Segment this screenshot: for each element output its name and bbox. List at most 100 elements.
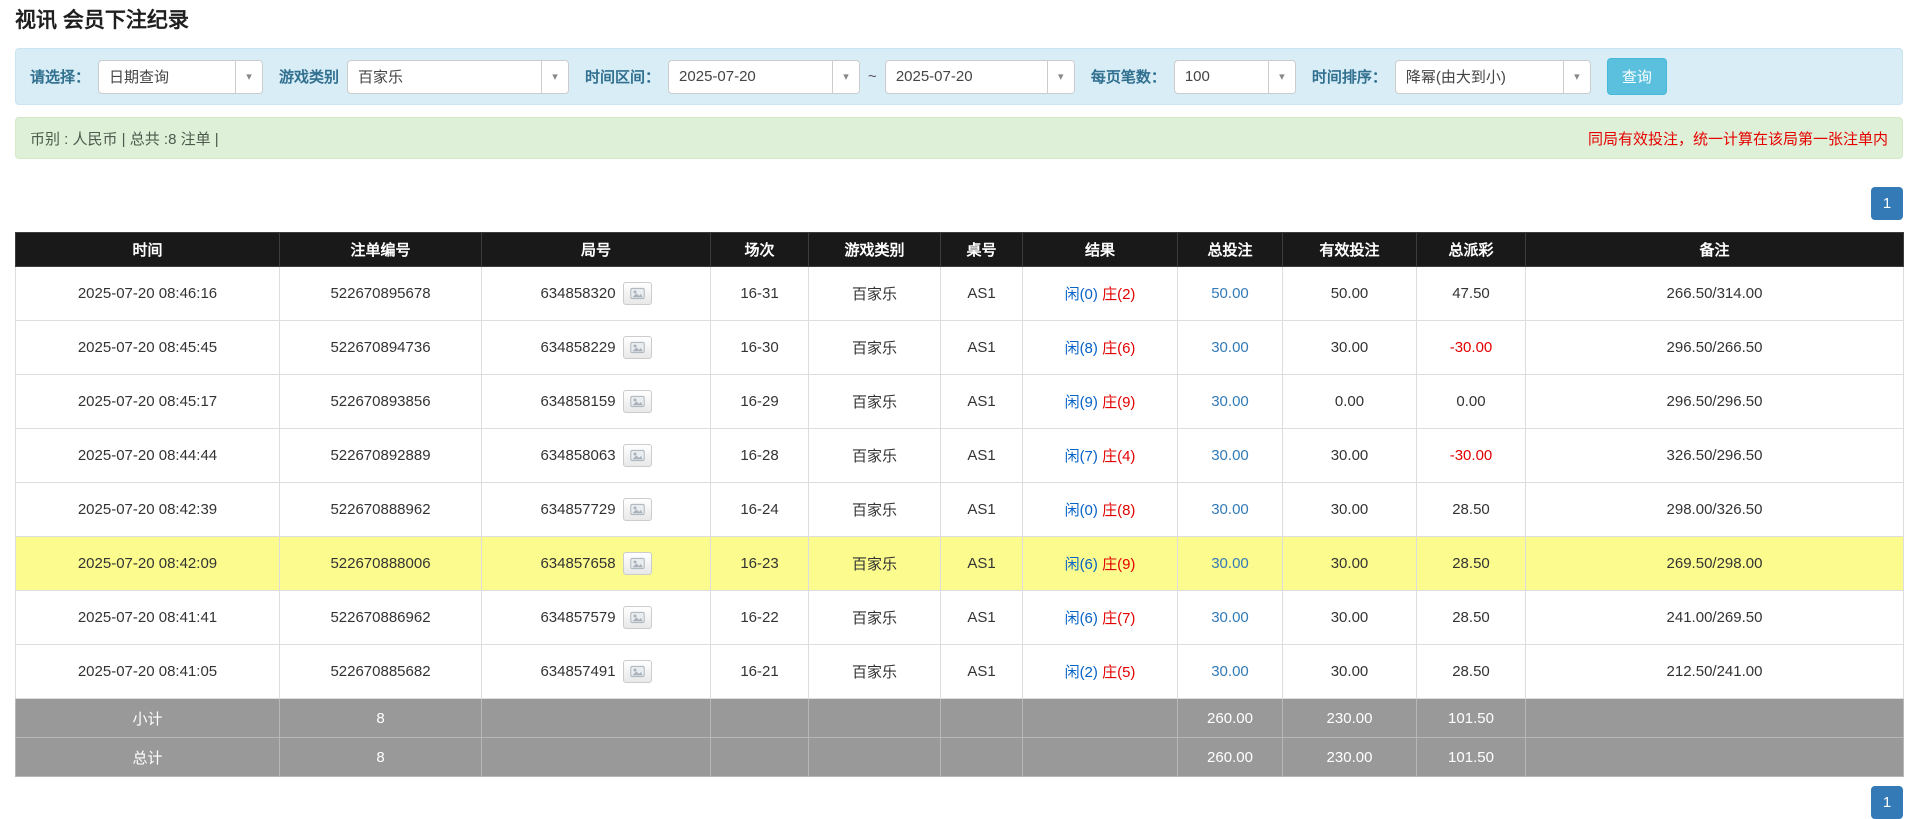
date-to-dropdown[interactable]: 2025-07-20 ▾ (884, 59, 1075, 94)
game-type: 百家乐 (808, 482, 941, 537)
total-count: 8 (279, 737, 482, 777)
subtotal-total-bet: 260.00 (1177, 698, 1283, 738)
table-no: AS1 (940, 482, 1023, 537)
replay-video-button[interactable] (622, 552, 652, 575)
table-row: 2025-07-20 08:41:05 522670885682 634857491… (15, 644, 1904, 699)
table-row: 2025-07-20 08:42:09 522670888006 634857658… (15, 536, 1904, 591)
time-range-label: 时间区间： (585, 69, 661, 86)
bet-time: 2025-07-20 08:42:39 (15, 482, 280, 537)
payout: -30.00 (1416, 428, 1526, 483)
round-id: 634858159 (540, 393, 616, 410)
result-cell: 闲(6) 庄(7) (1022, 590, 1178, 645)
round-cell: 634858063 (481, 428, 711, 483)
chevron-down-icon: ▾ (1562, 60, 1590, 93)
result-cell: 闲(0) 庄(2) (1022, 266, 1178, 321)
video-replay-icon (629, 341, 645, 354)
result-player: 闲(8) (1064, 340, 1098, 357)
round-id: 634858229 (540, 339, 616, 356)
subtotal-count: 8 (279, 698, 482, 738)
total-bet-cell: 30.00 (1177, 644, 1283, 699)
replay-video-button[interactable] (622, 660, 652, 683)
valid-bet: 30.00 (1282, 320, 1417, 375)
col-game-type: 游戏类别 (808, 232, 941, 267)
total-bet-link[interactable]: 30.00 (1211, 447, 1249, 464)
col-round: 局号 (481, 232, 711, 267)
result-cell: 闲(8) 庄(6) (1022, 320, 1178, 375)
payout: 28.50 (1416, 590, 1526, 645)
result-player: 闲(0) (1064, 286, 1098, 303)
valid-bet: 30.00 (1282, 428, 1417, 483)
total-bet-link[interactable]: 30.00 (1211, 393, 1249, 410)
table-row: 2025-07-20 08:42:39 522670888962 634857729… (15, 482, 1904, 537)
total-bet-link[interactable]: 30.00 (1211, 663, 1249, 680)
remark: 326.50/296.50 (1525, 428, 1904, 483)
empty-cell (808, 698, 941, 738)
total-bet-cell: 30.00 (1177, 320, 1283, 375)
round-id: 634858063 (540, 447, 616, 464)
total-bet-cell: 30.00 (1177, 536, 1283, 591)
total-bet-link[interactable]: 30.00 (1211, 501, 1249, 518)
round-cell: 634857579 (481, 590, 711, 645)
replay-video-button[interactable] (622, 606, 652, 629)
round-cell: 634857729 (481, 482, 711, 537)
sort-dropdown[interactable]: 降幂(由大到小) ▾ (1394, 59, 1591, 94)
table-no: AS1 (940, 374, 1023, 429)
replay-video-button[interactable] (622, 498, 652, 521)
total-bet-link[interactable]: 30.00 (1211, 555, 1249, 572)
total-bet-link[interactable]: 50.00 (1211, 285, 1249, 302)
date-from-value: 2025-07-20 (679, 68, 756, 85)
page-size-value: 100 (1184, 68, 1210, 85)
video-replay-icon (629, 395, 645, 408)
game-type-dropdown[interactable]: 百家乐 ▾ (347, 59, 570, 94)
subtotal-valid-bet: 230.00 (1282, 698, 1417, 738)
replay-video-button[interactable] (622, 444, 652, 467)
page-1-button-bottom[interactable]: 1 (1871, 786, 1903, 819)
col-payout: 总派彩 (1416, 232, 1526, 267)
table-no: AS1 (940, 536, 1023, 591)
col-result: 结果 (1022, 232, 1178, 267)
total-bet-cell: 30.00 (1177, 590, 1283, 645)
total-bet-cell: 50.00 (1177, 266, 1283, 321)
table-no: AS1 (940, 644, 1023, 699)
sort-label: 时间排序： (1311, 69, 1387, 86)
replay-video-button[interactable] (622, 282, 652, 305)
payout: 28.50 (1416, 644, 1526, 699)
payout: 28.50 (1416, 482, 1526, 537)
chevron-down-icon: ▾ (1267, 60, 1295, 93)
result-cell: 闲(9) 庄(9) (1022, 374, 1178, 429)
replay-video-button[interactable] (622, 336, 652, 359)
filter-bar: 请选择： 日期查询 ▾ 游戏类别 百家乐 ▾ 时间区间： 2025-07-20 … (15, 48, 1903, 105)
total-bet-link[interactable]: 30.00 (1211, 339, 1249, 356)
result-cell: 闲(6) 庄(9) (1022, 536, 1178, 591)
col-time: 时间 (15, 232, 280, 267)
subtotal-payout: 101.50 (1416, 698, 1526, 738)
bets-table: 时间 注单编号 局号 场次 游戏类别 桌号 结果 总投注 有效投注 总派彩 备注… (15, 232, 1904, 777)
subtotal-label: 小计 (15, 698, 280, 738)
subtotal-row: 小计 8 260.00 230.00 101.50 (15, 698, 1904, 738)
valid-bet: 30.00 (1282, 590, 1417, 645)
bet-time: 2025-07-20 08:44:44 (15, 428, 280, 483)
empty-cell (481, 737, 711, 777)
bet-time: 2025-07-20 08:41:05 (15, 644, 280, 699)
sort-group: 时间排序： 降幂(由大到小) ▾ (1311, 59, 1591, 94)
session-no: 16-21 (710, 644, 809, 699)
round-bet-id: 522670886962 (279, 590, 482, 645)
col-total-bet: 总投注 (1177, 232, 1283, 267)
page-size-dropdown[interactable]: 100 ▾ (1173, 59, 1296, 94)
result-player: 闲(0) (1064, 502, 1098, 519)
round-cell: 634858320 (481, 266, 711, 321)
total-label: 总计 (15, 737, 280, 777)
total-bet-cell: 30.00 (1177, 482, 1283, 537)
pagination-bottom: 1 (15, 786, 1903, 819)
session-no: 16-29 (710, 374, 809, 429)
replay-video-button[interactable] (622, 390, 652, 413)
query-type-dropdown[interactable]: 日期查询 ▾ (98, 59, 264, 94)
valid-bet: 0.00 (1282, 374, 1417, 429)
date-from-dropdown[interactable]: 2025-07-20 ▾ (668, 59, 861, 94)
bet-time: 2025-07-20 08:45:17 (15, 374, 280, 429)
payout: 28.50 (1416, 536, 1526, 591)
total-bet-link[interactable]: 30.00 (1211, 609, 1249, 626)
search-button[interactable]: 查询 (1606, 58, 1667, 95)
page-1-button[interactable]: 1 (1871, 187, 1903, 220)
result-player: 闲(6) (1064, 556, 1098, 573)
